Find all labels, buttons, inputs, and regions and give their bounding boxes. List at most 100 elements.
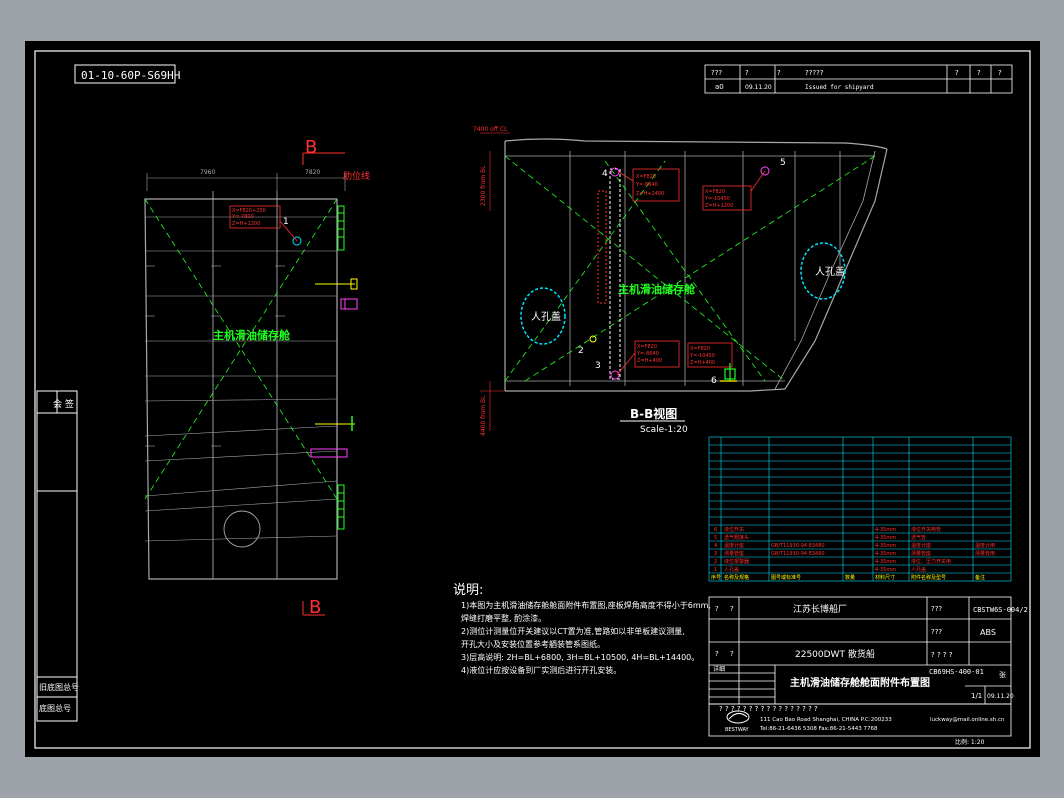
part-5-desc: 透气管 — [911, 534, 926, 541]
tb-q-4: ? — [730, 650, 734, 658]
left-margin-panel — [36, 390, 78, 722]
coord-5b: Y=-10450 — [704, 196, 730, 202]
tb-qq-2: ??? — [931, 628, 942, 636]
part-6-name: 液位开关 — [724, 526, 744, 533]
callout-4: 4 — [602, 169, 608, 179]
callout-1: 1 — [283, 217, 289, 227]
left-cell-3: 底图总号 — [39, 703, 71, 713]
tb-qqqq: ? ? ? ? — [931, 651, 953, 659]
part-5-no: 5 — [714, 535, 717, 541]
coord-1c: Z=H+1200 — [232, 221, 260, 227]
part-3-name: 测量管座 — [724, 550, 744, 557]
coord-1b: Y=-7800 — [231, 214, 254, 220]
view-title: B-B视图 — [630, 406, 677, 421]
part-4-size: 4-35mm — [875, 543, 896, 549]
tb-phone: Tel:86-21-6436 5308 Fax:86-21-5443 7768 — [759, 726, 878, 732]
drawing-sheet: 会 签 旧底图总号 底图总号 01-10-60P-S69HH ??? ? ? ?… — [25, 41, 1040, 757]
tb-class: ABS — [980, 628, 996, 637]
parts-h-name: 名称及规格 — [724, 574, 749, 581]
rev-code: a0 — [715, 83, 724, 91]
rev-h-1: ??? — [711, 69, 722, 77]
label-main-tank-left: 主机滑油储存舱 — [213, 328, 291, 342]
part-1-size: 4-35mm — [875, 567, 896, 573]
title-block-grid — [708, 596, 1012, 737]
rev-date: 09.11.20 — [745, 84, 772, 91]
parts-h-no: 序号 — [711, 574, 721, 581]
notes-title: 说明: — [453, 583, 483, 598]
callout-5: 5 — [780, 158, 786, 168]
manhole-label-2: 人孔盖 — [815, 265, 845, 278]
coord-4b: Y=-8640 — [635, 182, 658, 188]
part-2-no: 2 — [714, 559, 717, 565]
coord-6a: X=F820 — [690, 346, 710, 352]
parts-h-std: 图号或标准号 — [771, 574, 801, 581]
parts-h-remark: 备注 — [975, 574, 985, 581]
part-5-name: 透气帽接头 — [724, 534, 749, 541]
parts-h-size: 材料尺寸 — [875, 574, 895, 581]
rev-h-6: ? — [977, 69, 981, 77]
coord-2b: Y=-8640 — [636, 351, 659, 357]
part-2-desc: 液位、压力开关用 — [911, 558, 951, 565]
tb-qq-1: ??? — [931, 605, 942, 613]
coord-6b: Y=-10450 — [689, 353, 715, 359]
tb-sheet-title: 主机滑油储存舱舱面附件布置图 — [790, 676, 930, 689]
part-4-no: 4 — [714, 543, 717, 549]
notes-body: 1)本图为主机滑油储存舱舱面附件布置图,座板焊角高度不得小于6mm, 焊缝打磨平… — [461, 600, 711, 675]
tb-q-1: ? — [715, 605, 719, 613]
drawing-code-mirrored: 01-10-60P-S69HH — [81, 69, 180, 82]
label-main-tank-right: 主机滑油储存舱 — [618, 282, 696, 296]
parts-h-qty: 数量 — [845, 574, 855, 581]
part-3-remark: 测量管用 — [975, 550, 995, 557]
rev-h-5: ? — [955, 69, 959, 77]
part-6-size: 4-35mm — [875, 527, 896, 533]
parts-list-grid — [708, 436, 1012, 582]
coord-2a: X=F820 — [637, 344, 657, 350]
callout-6: 6 — [711, 376, 717, 386]
left-cell-2: 旧底图总号 — [39, 682, 79, 692]
callout-3: 3 — [595, 361, 601, 371]
section-label-top: B — [305, 137, 317, 158]
tb-ship: 22500DWT 散货船 — [795, 648, 875, 660]
rev-h-7: ? — [998, 69, 1002, 77]
part-3-std: GB/T11930-94 E3480 — [771, 551, 825, 557]
part-3-size: 4-35mm — [875, 551, 896, 557]
coord-2c: Z=H+400 — [637, 358, 662, 364]
dim-right-1: 7400 off CL — [473, 126, 508, 133]
tb-address: 111 Cao Bao Road Shanghai, CHINA P.C:200… — [760, 717, 892, 723]
coord-4c: Z=H+2400 — [636, 191, 664, 197]
tb-email: luckway@mail.online.sh.cn — [930, 717, 1005, 723]
part-2-name: 液位报警器 — [724, 558, 749, 565]
coord-5c: Z=H+1200 — [705, 203, 733, 209]
drawing-canvas: 会 签 旧底图总号 底图总号 01-10-60P-S69HH ??? ? ? ?… — [34, 50, 1031, 749]
coord-6c: Z=H+400 — [690, 360, 715, 366]
manhole-label-1: 人孔盖 — [531, 310, 561, 323]
coord-5a: X=F820 — [705, 189, 725, 195]
note-line-5: 3)层高说明: 2H=BL+6800, 3H=BL+10500, 4H=BL+1… — [461, 652, 699, 662]
part-4-remark: 温度计用 — [975, 542, 995, 549]
parts-h-desc: 附件名称及型号 — [911, 574, 946, 581]
rev-h-3: ? — [777, 69, 781, 77]
part-5-size: 4-35mm — [875, 535, 896, 541]
part-3-no: 3 — [714, 551, 717, 557]
left-tank-view — [144, 173, 358, 580]
part-4-name: 温度计座 — [724, 542, 744, 549]
part-1-desc: 人孔盖 — [911, 566, 926, 573]
tb-stage: 详细 — [713, 665, 725, 673]
tb-q-3: ? — [715, 650, 719, 658]
tb-logo-text: BESTWAY — [725, 727, 750, 733]
dim-right-2: 2300 from BL — [480, 165, 487, 206]
note-line-4: 开孔大小及安装位置参考舾装管系图纸。 — [461, 639, 605, 649]
rev-h-2: ? — [745, 69, 749, 77]
note-line-6: 4)液位计应按设备到厂实测后进行开孔安装。 — [461, 665, 621, 675]
tb-date: 09.11.20 — [987, 693, 1014, 700]
part-4-std: GB/T11930-94 E3480 — [771, 543, 825, 549]
rev-h-4: ????? — [805, 69, 824, 77]
callout-2: 2 — [578, 346, 584, 356]
part-2-size: 4-35mm — [875, 559, 896, 565]
note-line-3: 2)测位计测量位开关建议以CT置为准,管路如以非单板建议测量, — [461, 626, 685, 636]
coord-4a: X=F820 — [636, 174, 656, 180]
note-line-1: 1)本图为主机滑油储存舱舱面附件布置图,座板焊角高度不得小于6mm, — [461, 600, 711, 610]
part-4-desc: 温度计座 — [911, 542, 931, 549]
tb-q-2: ? — [730, 605, 734, 613]
part-6-no: 6 — [714, 527, 717, 533]
